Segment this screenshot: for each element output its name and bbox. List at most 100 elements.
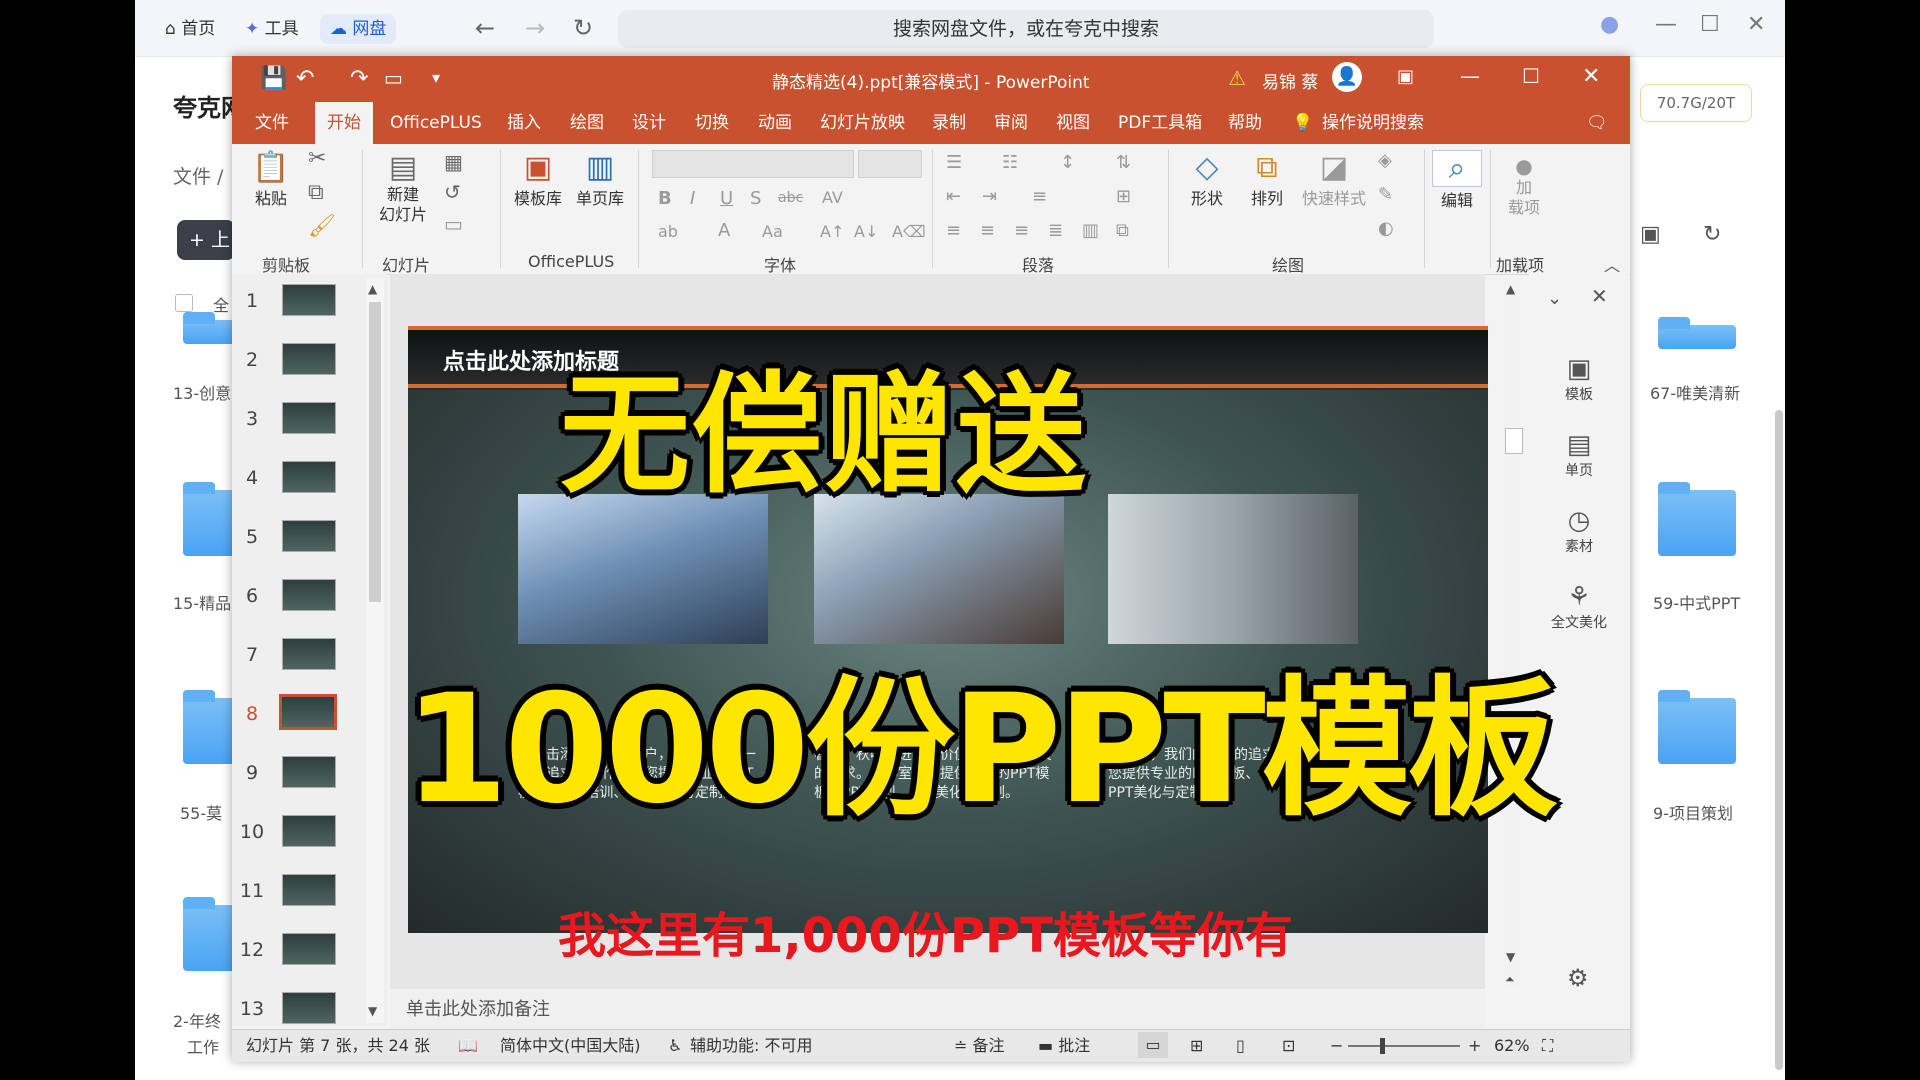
back-icon[interactable]: ← (475, 14, 495, 42)
ribbon-display-icon[interactable]: ▣ (1397, 66, 1414, 87)
redo-icon[interactable]: ↷ (350, 66, 368, 91)
align-left-icon[interactable]: ≡ (946, 220, 961, 241)
tab-home[interactable]: ⌂ 首页 (155, 14, 225, 44)
new-slide-button[interactable]: ▤ 新建 幻灯片 (368, 150, 438, 225)
notes-pane[interactable]: 单击此处添加备注 (390, 991, 1485, 1029)
scroll-down-icon[interactable]: ▼ (1506, 950, 1515, 964)
avatar[interactable]: 👤 (1332, 62, 1362, 92)
section-icon[interactable]: ▭ (444, 212, 463, 236)
scroll-up-icon[interactable]: ▲ (368, 282, 377, 296)
highlight-icon[interactable]: ab (658, 222, 678, 241)
arrange-button[interactable]: ⧉ 排列 (1242, 150, 1292, 209)
pane-item-beautify[interactable]: ⚘ 全文美化 (1529, 582, 1629, 632)
cut-icon[interactable]: ✂ (308, 146, 326, 171)
comments-toggle[interactable]: ▬ 批注 (1038, 1030, 1090, 1062)
font-size-select[interactable] (858, 150, 922, 178)
tab-tools[interactable]: ✦ 工具 (235, 14, 309, 44)
strikethrough-icon[interactable]: abc (778, 190, 803, 206)
italic-icon[interactable]: I (690, 188, 695, 209)
shape-button[interactable]: ◇ 形状 (1182, 150, 1232, 209)
fit-slide-icon[interactable]: ⛶ (1542, 1030, 1553, 1062)
scroll-thumb[interactable] (369, 302, 381, 602)
folder-icon[interactable] (1658, 690, 1736, 764)
tab-transitions[interactable]: 切换 (695, 102, 729, 144)
tab-view[interactable]: 视图 (1056, 102, 1090, 144)
photo-office-window[interactable] (1108, 494, 1358, 644)
fill-icon[interactable]: ◈ (1378, 150, 1392, 171)
tab-officeplus[interactable]: OfficePLUS (390, 102, 482, 144)
justify-icon[interactable]: ≣ (1048, 220, 1063, 241)
distributed-icon[interactable]: ▥ (1082, 220, 1099, 241)
slide-thumbnail[interactable] (279, 694, 337, 730)
slide-thumbnail[interactable] (282, 874, 336, 906)
slide-thumbnail[interactable] (282, 520, 336, 552)
refresh-icon[interactable]: ↻ (1703, 222, 1721, 247)
chevron-down-icon[interactable]: ⌄ (1547, 288, 1562, 309)
scroll-down-icon[interactable]: ▼ (368, 1004, 377, 1018)
shadow-icon[interactable]: S (750, 188, 761, 209)
slide-thumbnail[interactable] (282, 815, 336, 847)
tab-netdisk[interactable]: ☁ 网盘 (320, 14, 397, 44)
paste-button[interactable]: 📋 粘贴 (248, 150, 294, 209)
close-icon[interactable]: ✕ (1582, 64, 1600, 89)
minimize-icon[interactable]: — (1655, 12, 1677, 37)
slideshow-icon[interactable]: ⊡ (1282, 1030, 1295, 1062)
bold-icon[interactable]: B (658, 188, 672, 209)
prev-slide-icon[interactable]: ⏶ (1505, 972, 1515, 987)
scroll-up-icon[interactable]: ▲ (1506, 282, 1515, 296)
tab-pdf-tools[interactable]: PDF工具箱 (1118, 102, 1202, 144)
align-right-icon[interactable]: ≡ (1014, 220, 1029, 241)
zoom-slider[interactable] (1348, 1045, 1460, 1047)
line-spacing-icon[interactable]: ↕ (1060, 152, 1075, 173)
slide-thumbnail[interactable] (282, 343, 336, 375)
zoom-level[interactable]: 62% (1494, 1030, 1530, 1062)
upload-button[interactable]: + 上 (177, 220, 235, 260)
save-icon[interactable]: 💾 (260, 66, 287, 91)
quick-style-button[interactable]: ◪ 快速样式 (1298, 150, 1370, 209)
edit-button[interactable]: ⌕ 编辑 (1432, 150, 1482, 211)
single-page-lib-button[interactable]: ▥ 单页库 (572, 150, 628, 209)
storage-badge[interactable]: 70.7G/20T (1640, 84, 1752, 122)
align-text-icon[interactable]: ⊞ (1116, 186, 1131, 207)
close-icon[interactable]: ✕ (1591, 284, 1608, 308)
normal-view-icon[interactable]: ▭ (1138, 1032, 1168, 1058)
scroll-thumb[interactable] (1505, 428, 1523, 454)
tab-review[interactable]: 审阅 (994, 102, 1028, 144)
folder-icon[interactable] (1658, 482, 1736, 556)
close-icon[interactable]: ✕ (1747, 12, 1765, 37)
decrease-indent-icon[interactable]: ⇤ (946, 186, 961, 207)
tab-record[interactable]: 录制 (932, 102, 966, 144)
numbering-icon[interactable]: ☷ (1002, 152, 1018, 173)
font-color-icon[interactable]: A (718, 220, 730, 241)
settings-icon[interactable]: ⚙ (1567, 964, 1589, 992)
undo-icon[interactable]: ↶ (296, 66, 314, 91)
slide-thumbnail[interactable] (282, 933, 336, 965)
pane-item-template[interactable]: ▣ 模板 (1529, 354, 1629, 404)
collapse-ribbon-icon[interactable]: ︿ (1604, 252, 1620, 276)
effects-icon[interactable]: ◐ (1378, 218, 1394, 239)
increase-indent-icon[interactable]: ⇥ (982, 186, 997, 207)
addin-button[interactable]: ● 加 载项 (1496, 154, 1552, 218)
text-direction-icon[interactable]: ⇅ (1116, 152, 1131, 173)
template-lib-button[interactable]: ▣ 模板库 (510, 150, 566, 209)
reading-view-icon[interactable]: ▯ (1236, 1030, 1245, 1062)
tab-help[interactable]: 帮助 (1228, 102, 1262, 144)
slide-thumbnail[interactable] (282, 638, 336, 670)
page-scrollbar[interactable] (1775, 410, 1783, 1070)
zoom-in-icon[interactable]: + (1468, 1030, 1481, 1062)
pane-item-single-page[interactable]: ▤ 单页 (1529, 430, 1629, 480)
customize-icon[interactable]: ▾ (432, 68, 440, 87)
char-spacing-icon[interactable]: AV (822, 188, 843, 207)
slide-thumbnail[interactable] (282, 756, 336, 788)
tab-animations[interactable]: 动画 (758, 102, 792, 144)
pane-item-assets[interactable]: ◷ 素材 (1529, 506, 1629, 556)
smartart-icon[interactable]: ⧉ (1116, 220, 1129, 241)
slide-thumbnail[interactable] (282, 461, 336, 493)
accessibility-status[interactable]: 辅助功能: 不可用 (690, 1030, 812, 1062)
columns-icon[interactable]: ≡ (1032, 186, 1047, 207)
thumbnails-scrollbar[interactable]: ▲ ▼ (366, 278, 384, 1023)
shrink-font-icon[interactable]: A↓ (854, 222, 878, 241)
maximize-icon[interactable]: ☐ (1522, 64, 1540, 88)
avatar-icon[interactable]: ● (1600, 12, 1619, 37)
zoom-slider-thumb[interactable] (1380, 1038, 1385, 1054)
